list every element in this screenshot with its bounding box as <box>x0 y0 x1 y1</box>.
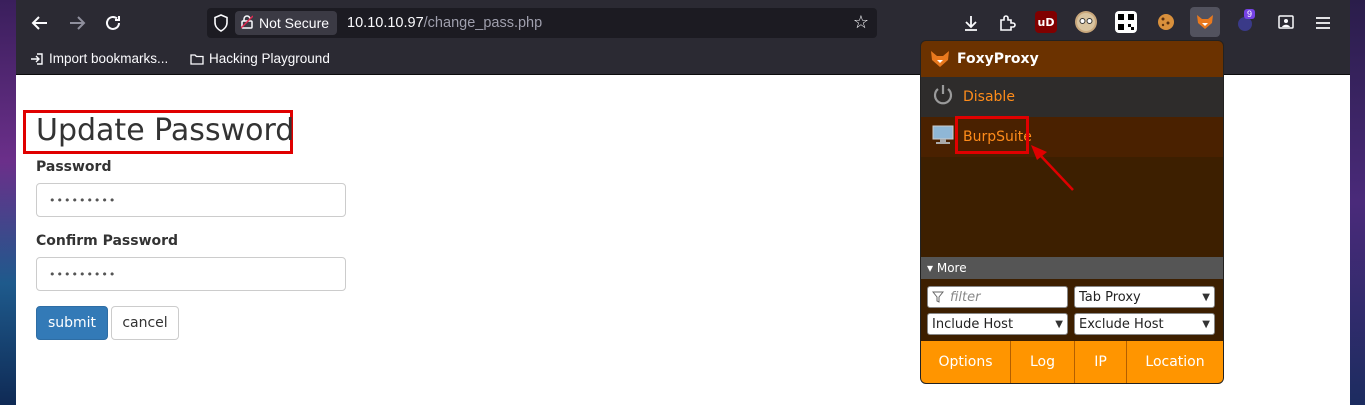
password-input[interactable]: ••••••••• <box>36 183 346 217</box>
bookmark-label: Import bookmarks... <box>49 51 169 66</box>
cookie-icon[interactable] <box>1155 11 1177 33</box>
power-icon <box>931 84 955 111</box>
browser-toolbar: Not Secure 10.10.10.97/change_pass.php ☆… <box>16 0 1350 45</box>
cookie-editor-face-icon[interactable] <box>1075 11 1097 33</box>
exclude-host-select[interactable]: Exclude Host ▼ <box>1074 313 1215 335</box>
filter-funnel-icon <box>932 291 944 303</box>
shield-icon[interactable] <box>207 8 235 38</box>
forward-arrow-icon <box>70 16 86 30</box>
security-indicator[interactable]: Not Secure <box>235 11 338 35</box>
qr-code-icon[interactable] <box>1115 11 1137 33</box>
desktop-background-left <box>0 0 16 405</box>
folder-icon <box>190 53 204 65</box>
desktop-background-right <box>1350 0 1365 405</box>
monitor-icon <box>931 124 955 151</box>
tab-proxy-select[interactable]: Tab Proxy ▼ <box>1074 286 1215 308</box>
extensions-button[interactable] <box>992 8 1022 38</box>
downloads-button[interactable] <box>956 8 986 38</box>
submit-button[interactable]: submit <box>36 306 108 340</box>
puzzle-icon <box>1000 15 1016 31</box>
back-button[interactable] <box>25 8 55 38</box>
url-host: 10.10.10.97 <box>347 15 424 31</box>
foxyproxy-popup: FoxyProxy Disable BurpSuite ▾ More filte… <box>920 40 1224 384</box>
ublock-icon[interactable]: uD <box>1035 11 1057 33</box>
confirm-password-input[interactable]: ••••••••• <box>36 257 346 291</box>
burpsuite-annotation-box <box>955 116 1029 154</box>
chevron-down-icon: ▼ <box>1055 318 1063 330</box>
ip-button[interactable]: IP <box>1075 341 1127 383</box>
reload-button[interactable] <box>98 8 128 38</box>
app-menu-button[interactable] <box>1308 8 1338 38</box>
import-icon <box>31 52 43 65</box>
cancel-button[interactable]: cancel <box>111 306 179 340</box>
back-arrow-icon <box>31 16 47 30</box>
foxyproxy-title: FoxyProxy <box>957 51 1039 67</box>
foxyproxy-header: FoxyProxy <box>921 41 1223 77</box>
options-button[interactable]: Options <box>921 341 1011 383</box>
foxyproxy-logo-icon <box>931 51 949 67</box>
url-bar[interactable]: Not Secure 10.10.10.97/change_pass.php ☆ <box>207 8 877 38</box>
more-toggle[interactable]: ▾ More <box>921 257 1223 279</box>
foxyproxy-toolbar-icon[interactable] <box>1190 7 1220 37</box>
reload-icon <box>106 15 120 30</box>
not-secure-label: Not Secure <box>259 15 330 31</box>
password-label: Password <box>36 159 112 175</box>
proxy-option-label: Disable <box>963 89 1015 105</box>
include-host-select[interactable]: Include Host ▼ <box>927 313 1068 335</box>
chevron-down-icon: ▼ <box>1202 318 1210 330</box>
bookmark-import[interactable]: Import bookmarks... <box>30 51 168 66</box>
chevron-down-icon: ▼ <box>1202 291 1210 303</box>
page-title: Update Password <box>36 113 295 148</box>
confirm-password-label: Confirm Password <box>36 233 179 249</box>
bookmark-folder-hacking-playground[interactable]: Hacking Playground <box>190 51 330 66</box>
hamburger-icon <box>1316 17 1330 29</box>
tab-proxy-value: Tab Proxy <box>1079 289 1141 305</box>
location-button[interactable]: Location <box>1127 341 1223 383</box>
notification-badge: 9 <box>1244 9 1256 19</box>
download-icon <box>965 16 977 31</box>
insecure-lock-icon <box>240 14 254 32</box>
include-host-value: Include Host <box>932 316 1014 332</box>
foxyproxy-button-bar: Options Log IP Location <box>921 341 1223 383</box>
bookmark-star-icon[interactable]: ☆ <box>853 12 869 33</box>
filter-placeholder: filter <box>950 289 981 305</box>
exclude-host-value: Exclude Host <box>1079 316 1164 332</box>
proxy-option-disable[interactable]: Disable <box>921 77 1223 117</box>
url-text[interactable]: 10.10.10.97/change_pass.php <box>347 15 542 31</box>
url-path: /change_pass.php <box>423 15 543 31</box>
filter-input[interactable]: filter <box>927 286 1068 308</box>
profile-card-icon[interactable] <box>1275 11 1297 33</box>
log-button[interactable]: Log <box>1011 341 1075 383</box>
bookmark-label: Hacking Playground <box>209 51 330 66</box>
forward-button[interactable] <box>62 8 92 38</box>
